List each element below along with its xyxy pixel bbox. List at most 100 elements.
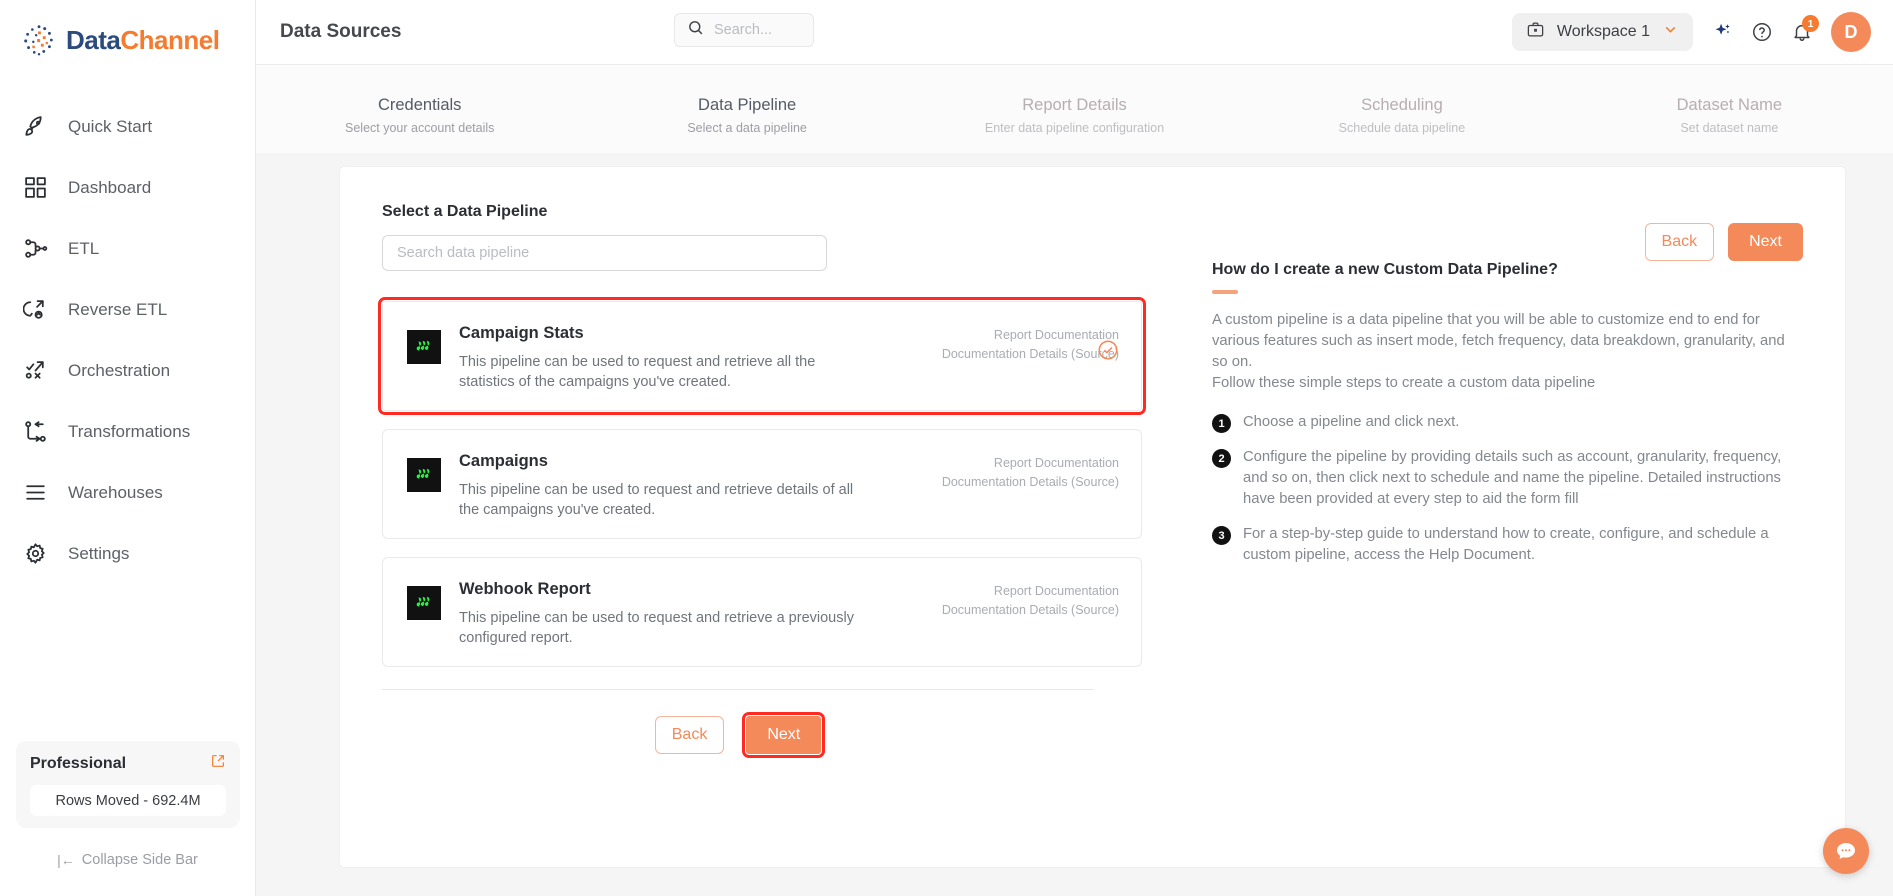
top-bar: Data Sources Workspace 1 [256,0,1893,65]
pipeline-title: Campaign Stats [459,324,584,342]
logo-text-data: Data [66,24,121,55]
sidebar-item-label: Reverse ETL [68,299,168,319]
pipeline-card-list: Campaign Stats This pipeline can be used… [378,297,1146,667]
report-documentation-link[interactable]: Report Documentation [919,582,1119,601]
help-paragraph: A custom pipeline is a data pipeline tha… [1212,312,1785,391]
step-text: For a step-by-step guide to understand h… [1243,526,1769,563]
sidebar-item-etl[interactable]: ETL [0,218,255,279]
pipeline-selection-column: Select a Data Pipeline Search data pipel… [378,203,1146,758]
avatar[interactable]: D [1831,12,1871,52]
external-link-icon[interactable] [210,753,226,774]
top-bar-actions: Workspace 1 1 D [1511,12,1871,52]
logo-wordmark: DataChannel [66,24,220,56]
section-divider [382,689,1094,690]
section-title: Select a Data Pipeline [382,203,548,220]
step-sublabel: Enter data pipeline configuration [984,120,1165,135]
step-label: Report Details [1022,95,1127,114]
gear-icon [22,541,48,567]
step-label: Credentials [377,95,462,114]
sidebar-item-label: Settings [68,543,130,563]
sidebar-item-transformations[interactable]: Transformations [0,401,255,462]
pipeline-card-webhook-report[interactable]: Webhook Report This pipeline can be used… [382,557,1142,667]
pipeline-source-icon [407,586,441,620]
step-scheduling[interactable]: Scheduling Schedule data pipeline [1238,96,1565,135]
global-search [674,13,814,47]
step-number-badge: 2 [1212,449,1231,468]
bottom-nav-buttons: Back Next [382,712,1094,758]
step-sublabel: Select your account details [345,120,495,135]
rows-moved-pill: Rows Moved - 692.4M [30,785,226,816]
app-logo[interactable]: DataChannel [0,0,255,80]
step-text: Configure the pipeline by providing deta… [1243,449,1782,507]
help-step-item: 1 Choose a pipeline and click next. [1212,412,1803,433]
help-step-item: 3 For a step-by-step guide to understand… [1212,524,1803,566]
sidebar-item-label: Dashboard [68,177,152,197]
chat-support-button[interactable] [1823,828,1869,874]
sidebar-item-dashboard[interactable]: Dashboard [0,157,255,218]
documentation-details-link[interactable]: Documentation Details (Source) [919,601,1119,620]
notifications-button[interactable]: 1 [1791,15,1819,43]
logo-text-channel: Channel [120,24,220,55]
step-credentials[interactable]: Credentials Select your account details [256,96,583,135]
wizard-panel: Back Next Select a Data Pipeline Search … [340,167,1845,867]
documentation-details-link[interactable]: Documentation Details (Source) [919,473,1119,492]
sidebar-item-settings[interactable]: Settings [0,523,255,584]
step-dataset-name[interactable]: Dataset Name Set dataset name [1566,96,1893,135]
sidebar-item-orchestration[interactable]: Orchestration [0,340,255,401]
pipeline-card-campaigns[interactable]: Campaigns This pipeline can be used to r… [382,429,1142,539]
step-number-badge: 1 [1212,414,1231,433]
sidebar-item-reverse-etl[interactable]: Reverse ETL [0,279,255,340]
sidebar: DataChannel Quick Start Dashboard ETL Re… [0,0,256,896]
help-step-item: 2 Configure the pipeline by providing de… [1212,447,1803,510]
grid-icon [22,175,48,201]
sidebar-item-warehouses[interactable]: Warehouses [0,462,255,523]
main-area: Data Sources Workspace 1 [256,0,1893,896]
sparkle-icon [1715,23,1730,35]
selected-check-icon [1097,339,1119,366]
transformations-icon [22,419,48,445]
collapse-sidebar-label: Collapse Side Bar [81,852,198,868]
next-button-top[interactable]: Next [1728,223,1803,261]
wizard-stepper: Credentials Select your account details … [256,65,1893,153]
plan-card: Professional Rows Moved - 692.4M [16,741,240,828]
back-button-top[interactable]: Back [1644,223,1715,261]
warehouses-icon [22,480,48,506]
help-button[interactable] [1751,21,1773,43]
reverse-etl-icon [22,297,48,323]
page-title: Data Sources [280,21,402,42]
pipeline-card-campaign-stats[interactable]: Campaign Stats This pipeline can be used… [378,297,1146,415]
plan-name: Professional [30,754,127,772]
chat-icon [1837,843,1855,859]
step-sublabel: Schedule data pipeline [1338,120,1466,135]
step-label: Data Pipeline [698,95,797,114]
top-nav-buttons: Back Next [1644,223,1803,261]
next-button-bottom[interactable]: Next [742,712,826,758]
sidebar-nav: Quick Start Dashboard ETL Reverse ETL Or [0,96,255,584]
back-button-bottom[interactable]: Back [654,716,725,754]
help-circle-icon [1753,23,1771,41]
documentation-details-link[interactable]: Documentation Details (Source) [919,345,1119,364]
step-sublabel: Set dataset name [1680,120,1779,135]
search-field-wrapper[interactable] [674,13,814,47]
sidebar-item-label: Orchestration [68,360,171,380]
report-documentation-link[interactable]: Report Documentation [919,326,1119,345]
help-title: How do I create a new Custom Data Pipeli… [1212,261,1558,278]
workspace-selector[interactable]: Workspace 1 [1511,13,1693,51]
sidebar-item-label: Quick Start [68,116,153,136]
workspace-name: Workspace 1 [1556,23,1650,40]
search-icon [687,19,704,41]
collapse-sidebar-button[interactable]: |← Collapse Side Bar [0,852,255,868]
pipeline-search-input[interactable] [382,235,827,271]
step-report-details[interactable]: Report Details Enter data pipeline confi… [911,96,1238,135]
search-input[interactable] [714,22,801,38]
step-text: Choose a pipeline and click next. [1243,414,1460,430]
report-documentation-link[interactable]: Report Documentation [919,454,1119,473]
collapse-arrow-icon: |← [57,852,75,868]
pipeline-description: This pipeline can be used to request and… [459,354,816,390]
sidebar-item-quick-start[interactable]: Quick Start [0,96,255,157]
ai-sparkle-button[interactable] [1711,21,1733,43]
pipeline-title: Campaigns [459,452,548,470]
step-label: Scheduling [1361,95,1443,114]
step-sublabel: Select a data pipeline [687,120,807,135]
step-data-pipeline[interactable]: Data Pipeline Select a data pipeline [583,96,910,135]
